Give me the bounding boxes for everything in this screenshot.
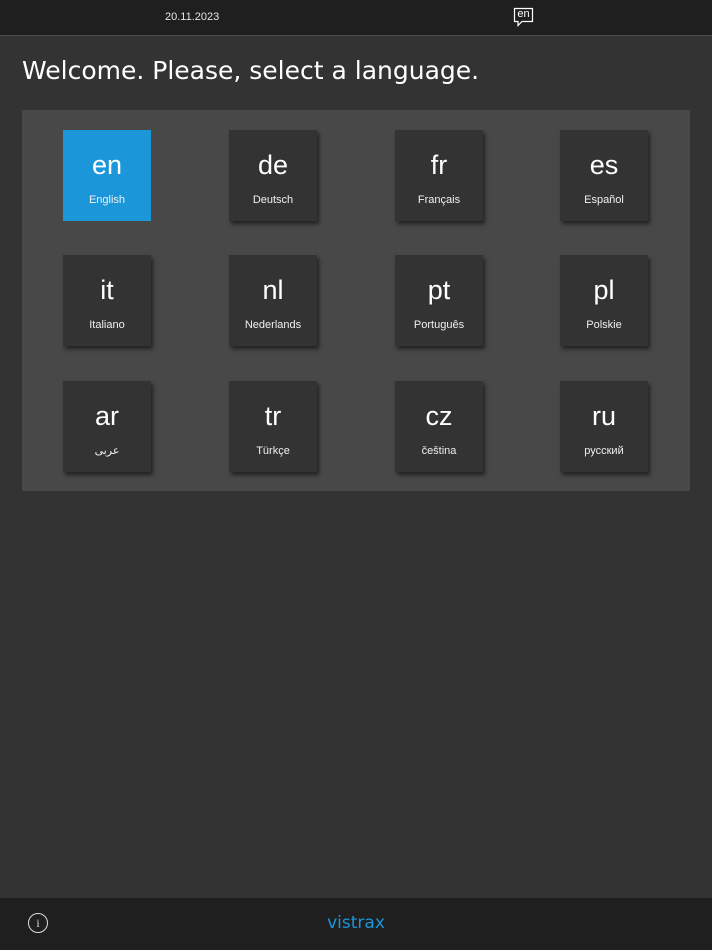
language-tile-en[interactable]: en English — [63, 130, 151, 221]
language-code: pt — [427, 275, 451, 305]
language-code: de — [257, 150, 289, 180]
top-bar: 20.11.2023 en — [0, 0, 712, 36]
date-display: 20.11.2023 — [165, 11, 220, 23]
language-tile-it[interactable]: it Italiano — [63, 255, 151, 346]
language-name: Español — [584, 194, 624, 206]
language-tile-de[interactable]: de Deutsch — [229, 130, 317, 221]
language-tile-tr[interactable]: tr Türkçe — [229, 381, 317, 472]
language-tile-pt[interactable]: pt Português — [395, 255, 483, 346]
language-tile-cz[interactable]: cz čeština — [395, 381, 483, 472]
language-code: fr — [430, 150, 448, 180]
language-name: Nederlands — [244, 319, 302, 331]
language-tile-pl[interactable]: pl Polskie — [560, 255, 648, 346]
language-code: ar — [94, 401, 119, 431]
language-code: ru — [591, 401, 616, 431]
language-name: عربى — [94, 445, 120, 457]
page-title: Welcome. Please, select a language. — [22, 56, 480, 85]
language-code: pl — [593, 275, 615, 305]
language-name: Português — [413, 319, 465, 331]
language-tile-es[interactable]: es Español — [560, 130, 648, 221]
language-code: it — [100, 275, 114, 305]
language-name: Deutsch — [252, 194, 294, 206]
language-name: Français — [417, 194, 461, 206]
language-tile-nl[interactable]: nl Nederlands — [229, 255, 317, 346]
bottom-bar: i vistrax — [0, 898, 712, 950]
language-name: Türkçe — [256, 445, 290, 457]
language-name: Italiano — [89, 319, 125, 331]
language-name: čeština — [421, 445, 457, 457]
language-tile-ar[interactable]: ar عربى — [63, 381, 151, 472]
language-tile-fr[interactable]: fr Français — [395, 130, 483, 221]
language-code: nl — [262, 275, 284, 305]
language-name: English — [88, 194, 126, 206]
current-language-code: en — [517, 8, 530, 20]
language-code: en — [91, 150, 123, 180]
language-tile-ru[interactable]: ru русский — [560, 381, 648, 472]
current-language-indicator[interactable]: en — [513, 7, 535, 29]
language-code: cz — [425, 401, 453, 431]
language-name: русский — [584, 445, 624, 457]
language-code: tr — [264, 401, 282, 431]
language-code: es — [589, 150, 619, 180]
brand-logo: vistrax — [327, 913, 385, 933]
language-name: Polskie — [586, 319, 622, 331]
language-grid: en English de Deutsch fr Français es Esp… — [22, 110, 690, 491]
